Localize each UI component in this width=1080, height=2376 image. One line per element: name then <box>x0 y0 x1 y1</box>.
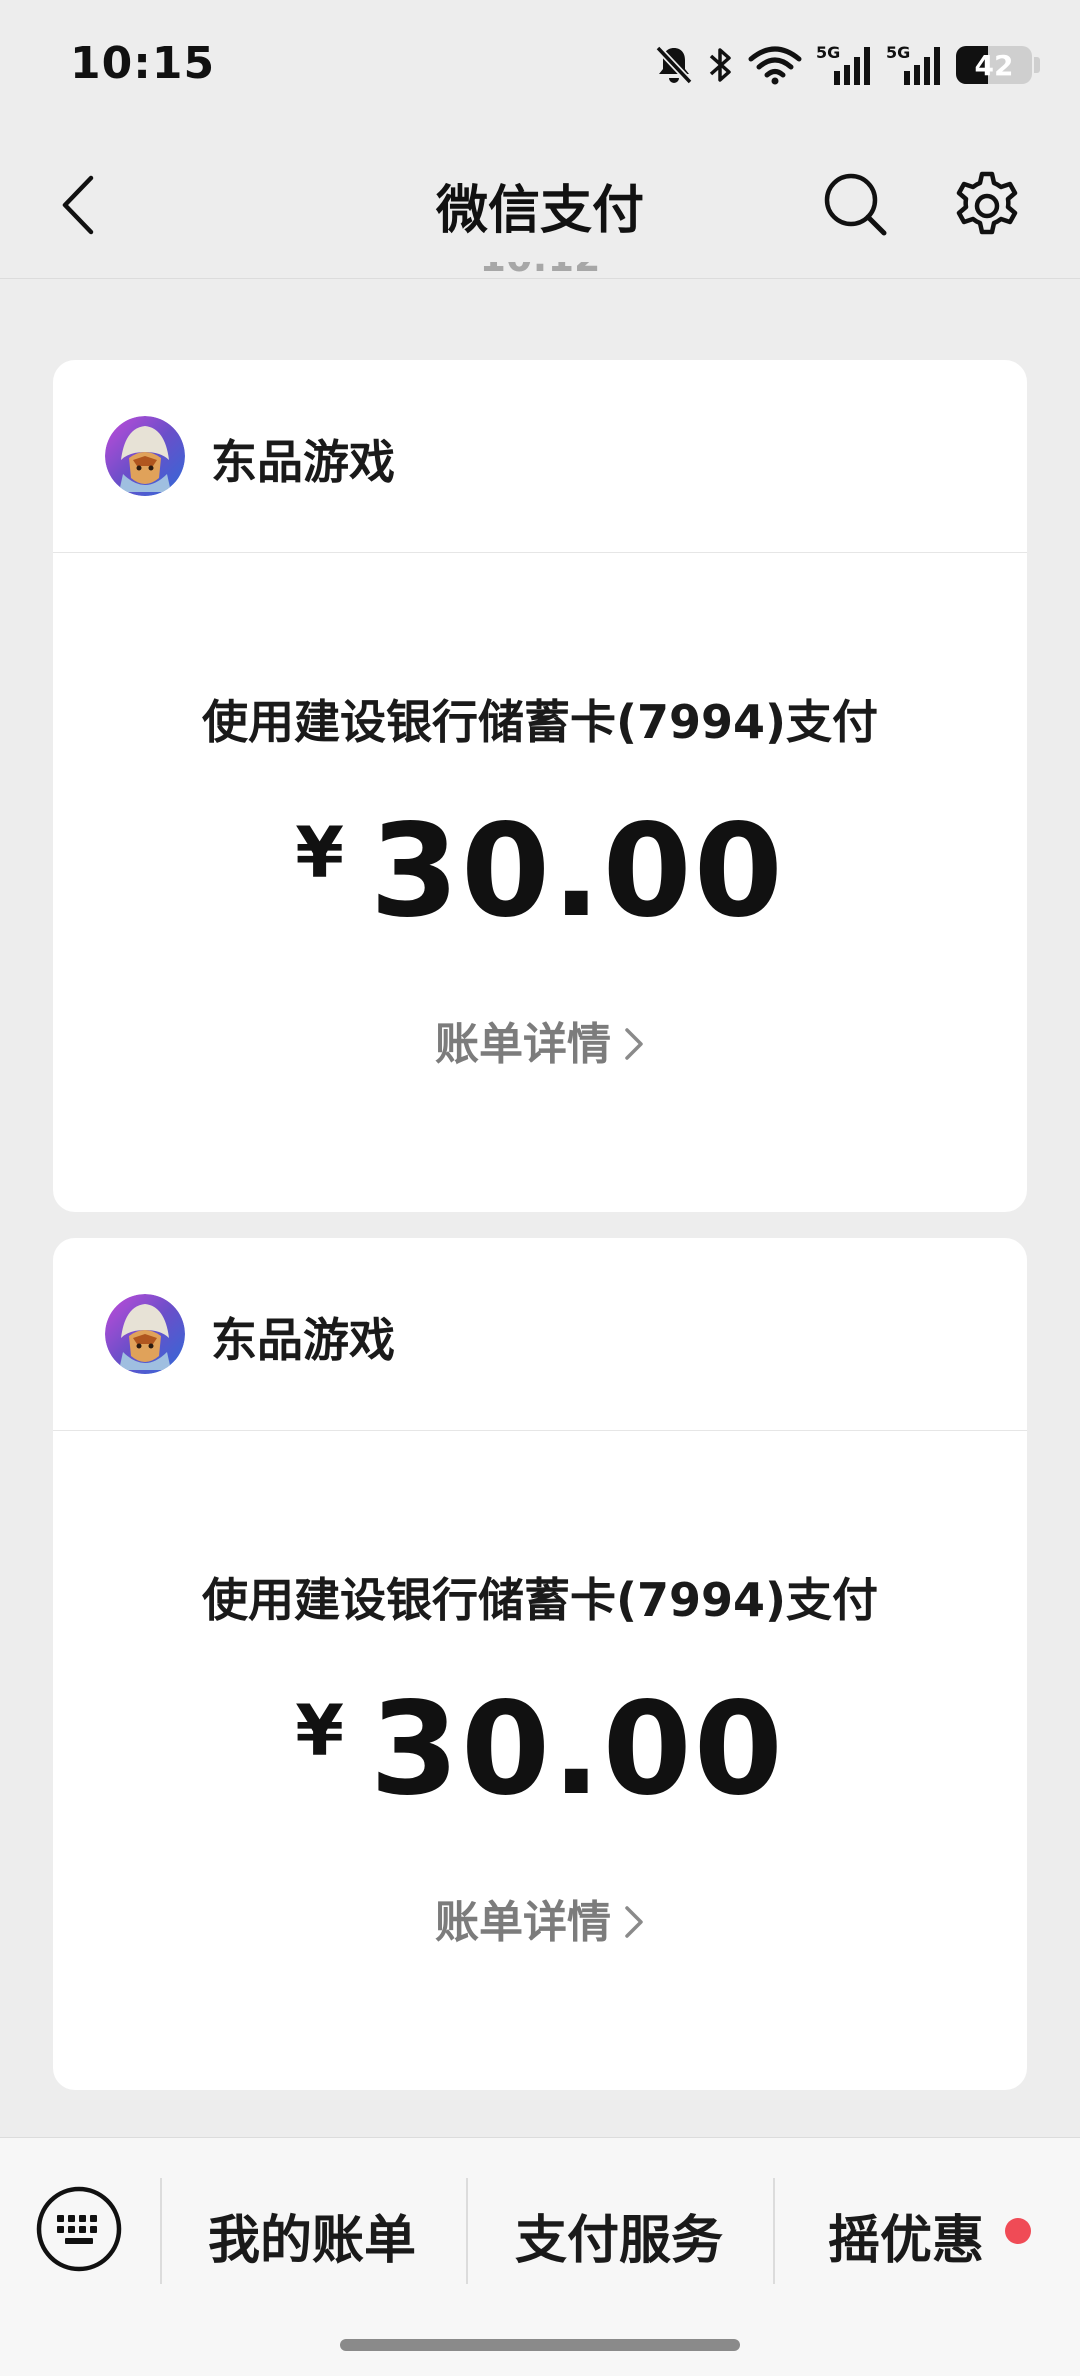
payment-amount: 30.00 <box>369 1675 785 1824</box>
network-label-1: 5G <box>816 43 840 62</box>
bill-detail-link[interactable]: 账单详情 <box>53 1886 1027 1950</box>
payment-card[interactable]: 东品游戏 使用建设银行储蓄卡(7994)支付 ¥30.00 账单详情 <box>53 360 1027 1212</box>
status-bar: 10:15 5G 5G 42 <box>0 0 1080 130</box>
bill-detail-link[interactable]: 账单详情 <box>53 1008 1027 1072</box>
search-icon <box>824 173 887 236</box>
payment-method: 使用建设银行储蓄卡(7994)支付 <box>201 1573 879 1627</box>
settings-button[interactable] <box>945 164 1029 248</box>
merchant-avatar[interactable] <box>105 1294 185 1374</box>
battery-level: 42 <box>974 48 1014 82</box>
timestamp-partial: 10:12 <box>0 262 1080 294</box>
menu-my-bills[interactable]: 我的账单 <box>162 2198 462 2273</box>
merchant-avatar[interactable] <box>105 416 185 496</box>
payment-card[interactable]: 东品游戏 使用建设银行储蓄卡(7994)支付 ¥30.00 账单详情 <box>53 1238 1027 2090</box>
chevron-right-icon <box>625 1906 643 1938</box>
signal-5g-icon: 5G <box>816 43 870 85</box>
gear-icon <box>956 171 1018 235</box>
signal-5g-icon: 5G <box>886 43 940 85</box>
status-time: 10:15 <box>70 38 216 89</box>
menu-payment-services[interactable]: 支付服务 <box>469 2198 769 2273</box>
network-label-2: 5G <box>886 43 910 62</box>
battery-icon: 42 <box>956 46 1032 84</box>
merchant-avatar-image <box>105 1294 185 1374</box>
battery-cap <box>1034 57 1040 73</box>
home-indicator[interactable] <box>340 2339 740 2351</box>
timestamp: 10:12 <box>480 262 601 280</box>
merchant-avatar-image <box>105 416 185 496</box>
mute-bell-icon <box>655 45 693 85</box>
keyboard-toggle-button[interactable] <box>35 2185 123 2273</box>
page-title: 微信支付 <box>435 181 644 241</box>
payment-amount: 30.00 <box>369 797 785 946</box>
wifi-icon <box>748 46 802 85</box>
notification-badge <box>1005 2218 1031 2244</box>
merchant-name: 东品游戏 <box>211 1313 395 1367</box>
keyboard-icon <box>36 2186 122 2272</box>
merchant-name: 东品游戏 <box>211 435 395 489</box>
payment-method: 使用建设银行储蓄卡(7994)支付 <box>201 695 879 749</box>
menu-separator <box>773 2178 775 2284</box>
search-button[interactable] <box>815 164 895 244</box>
amount-row: ¥30.00 <box>53 802 1027 942</box>
bill-detail-label: 账单详情 <box>435 1019 611 1070</box>
chevron-right-icon <box>625 1028 643 1060</box>
status-icons: 5G 5G 42 <box>654 40 1040 90</box>
amount-row: ¥30.00 <box>53 1680 1027 1820</box>
card-header: 东品游戏 <box>53 1238 1027 1431</box>
bill-detail-label: 账单详情 <box>435 1897 611 1948</box>
currency-symbol: ¥ <box>295 812 344 894</box>
bluetooth-icon <box>709 48 731 82</box>
menu-separator <box>466 2178 468 2284</box>
card-header: 东品游戏 <box>53 360 1027 553</box>
nav-bar: 微信支付 <box>0 130 1080 280</box>
menu-shake-offers[interactable]: 摇优惠 <box>776 2198 1036 2273</box>
currency-symbol: ¥ <box>295 1690 344 1772</box>
